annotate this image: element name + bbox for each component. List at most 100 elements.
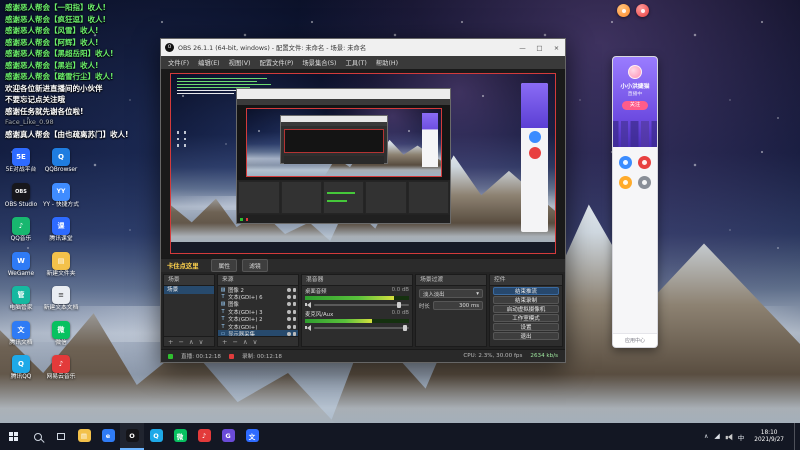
desktop-icon-yy[interactable]: YY YY - 快捷方式 <box>42 182 80 209</box>
chat-tool-icon[interactable] <box>619 156 632 169</box>
desktop-icon-qqbrowser[interactable]: Q QQBrowser <box>42 148 80 174</box>
lock-icon[interactable] <box>292 332 296 336</box>
duration-input[interactable]: 300 ms <box>432 301 483 310</box>
share-tool-icon[interactable] <box>619 176 632 189</box>
desktop-icon-wegame[interactable]: W WeGame <box>2 251 40 278</box>
volume-icon[interactable] <box>725 433 732 440</box>
desktop-icon-ketang[interactable]: 课 腾讯课堂 <box>42 217 80 243</box>
more-tool-icon[interactable] <box>638 176 651 189</box>
remove-scene-button[interactable]: − <box>178 338 183 346</box>
follow-button[interactable]: 关注 <box>622 101 648 110</box>
visibility-eye-icon[interactable] <box>286 302 291 307</box>
tray-expand-icon[interactable]: ∧ <box>704 433 708 440</box>
taskbar-app-obs[interactable]: O <box>120 423 144 450</box>
start-button[interactable] <box>0 423 26 450</box>
desktop-icon-qq[interactable]: Q 腾讯QQ <box>2 355 40 381</box>
display-capture-preview[interactable] <box>170 73 556 254</box>
taskbar-app-doc[interactable]: 文 <box>240 423 264 450</box>
add-source-button[interactable]: + <box>222 338 227 346</box>
volume-slider[interactable] <box>314 324 409 331</box>
gift-tool-icon[interactable] <box>638 156 651 169</box>
streamer-avatar[interactable] <box>628 65 642 79</box>
lock-icon[interactable] <box>292 309 296 314</box>
sources-dock: 来源 ▨ 图像 2 T 文本(GDI+) 6 ▨ 图像 T 文本(GDI+) 3… <box>217 274 299 347</box>
close-button[interactable]: × <box>548 39 565 56</box>
filters-button[interactable]: 滤镜 <box>242 259 268 272</box>
controls-dock-header[interactable]: 控件 <box>490 275 562 286</box>
text-file-icon: ≡ <box>52 286 70 304</box>
maximize-button[interactable]: □ <box>531 39 548 56</box>
lock-icon[interactable] <box>292 287 296 292</box>
desktop-icon-folder[interactable]: ▤ 新建文件夹 <box>42 251 80 278</box>
stop-recording-button[interactable]: 结束录制 <box>493 296 559 304</box>
transitions-dock-header[interactable]: 场景过渡 <box>416 275 486 286</box>
visibility-eye-icon[interactable] <box>286 332 291 336</box>
visibility-eye-icon[interactable] <box>286 287 291 292</box>
scene-item[interactable]: 场景 <box>164 286 214 294</box>
sources-dock-header[interactable]: 来源 <box>218 275 298 286</box>
desktop-icon-guanjia[interactable]: 管 电脑管家 <box>2 286 40 312</box>
taskbar-app-folder[interactable]: ▤ <box>72 423 96 450</box>
remove-source-button[interactable]: − <box>232 338 237 346</box>
menu-help[interactable]: 帮助(H) <box>376 58 398 67</box>
stop-streaming-button[interactable]: 结束推流 <box>493 287 559 295</box>
add-scene-button[interactable]: + <box>168 338 173 346</box>
scenes-dock-header[interactable]: 场景 <box>164 275 214 286</box>
input-method-indicator[interactable]: 中 <box>738 432 745 442</box>
network-icon[interactable]: ◢ <box>714 433 719 440</box>
taskbar-app-wechat[interactable]: 微 <box>168 423 192 450</box>
speaker-icon[interactable] <box>305 301 311 308</box>
menu-profile[interactable]: 配置文件(P) <box>259 58 293 67</box>
source-item-selected[interactable]: ▭ 显示器采集 <box>218 330 298 336</box>
menu-file[interactable]: 文件(F) <box>168 58 189 67</box>
desktop-icon-wechat[interactable]: 微 微信 <box>42 320 80 347</box>
studio-mode-button[interactable]: 工作室模式 <box>493 314 559 322</box>
taskbar-app-browser[interactable]: e <box>96 423 120 450</box>
desktop-icon-netease[interactable]: ♪ 网易云音乐 <box>42 355 80 381</box>
virtual-camera-button[interactable]: 启动虚拟摄像机 <box>493 305 559 313</box>
lock-icon[interactable] <box>292 302 296 307</box>
visibility-eye-icon[interactable] <box>286 317 291 322</box>
exit-button[interactable]: 退出 <box>493 332 559 340</box>
desktop-icon-qqmusic[interactable]: ♪ QQ音乐 <box>2 217 40 243</box>
desktop-icon-docs[interactable]: 文 腾讯文档 <box>2 320 40 347</box>
menu-scene-collection[interactable]: 场景集合(S) <box>302 58 336 67</box>
show-desktop-button[interactable] <box>794 423 798 450</box>
minimize-button[interactable]: — <box>514 39 531 56</box>
taskbar-app-music[interactable]: ♪ <box>192 423 216 450</box>
properties-button[interactable]: 属性 <box>211 259 238 272</box>
taskbar-app-qq[interactable]: Q <box>144 423 168 450</box>
menu-edit[interactable]: 编辑(E) <box>198 58 220 67</box>
source-down-button[interactable]: ∨ <box>253 338 258 346</box>
transition-select[interactable]: 淡入淡出 ▾ <box>419 289 483 298</box>
volume-slider[interactable] <box>314 301 409 308</box>
settings-button[interactable]: 设置 <box>493 323 559 331</box>
menu-tools[interactable]: 工具(T) <box>345 58 366 67</box>
lock-icon[interactable] <box>292 317 296 322</box>
taskbar-app-game[interactable]: G <box>216 423 240 450</box>
icon-label: OBS Studio <box>4 201 38 208</box>
taskbar-clock[interactable]: 18:10 2021/9/27 <box>750 430 788 443</box>
floating-tool-icon-1[interactable] <box>617 4 630 17</box>
desktop-icon-5e[interactable]: 5E 5E对战平台 <box>2 148 40 174</box>
mixer-dock-header[interactable]: 混音器 <box>302 275 412 286</box>
menu-view[interactable]: 视图(V) <box>229 58 251 67</box>
obs-titlebar[interactable]: O OBS 26.1.1 (64-bit, windows) - 配置文件: 未… <box>161 39 565 56</box>
lock-icon[interactable] <box>292 295 296 300</box>
visibility-eye-icon[interactable] <box>286 324 291 329</box>
task-view-button[interactable] <box>50 423 72 450</box>
floating-tool-icon-2[interactable] <box>636 4 649 17</box>
transitions-dock: 场景过渡 淡入淡出 ▾ 时长 300 ms <box>415 274 487 347</box>
streamer-card[interactable]: 小小洪婕猫 直播中 关注 <box>613 57 657 147</box>
source-up-button[interactable]: ∧ <box>243 338 248 346</box>
visibility-eye-icon[interactable] <box>286 309 291 314</box>
desktop-icon-obs[interactable]: OBS OBS Studio <box>2 182 40 209</box>
search-button[interactable] <box>26 423 50 450</box>
speaker-icon[interactable] <box>305 324 311 331</box>
scene-up-button[interactable]: ∧ <box>189 338 194 346</box>
app-center-label[interactable]: 应用中心 <box>613 333 657 347</box>
scene-down-button[interactable]: ∨ <box>199 338 204 346</box>
lock-icon[interactable] <box>292 324 296 329</box>
desktop-icon-textfile[interactable]: ≡ 新建文本文档 <box>42 286 80 312</box>
visibility-eye-icon[interactable] <box>286 295 291 300</box>
